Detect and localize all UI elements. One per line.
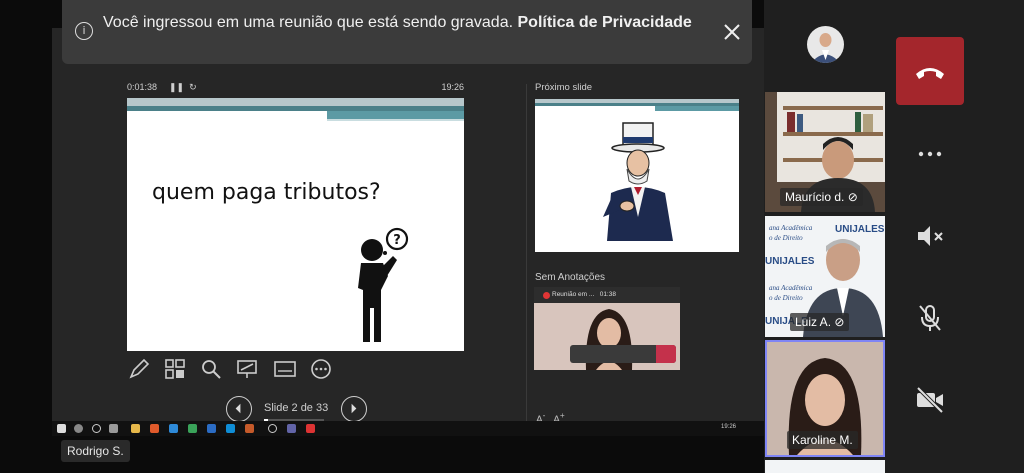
word-icon[interactable] (207, 424, 216, 433)
see-all-slides-icon[interactable] (163, 357, 187, 381)
uncle-sam-image (603, 122, 673, 241)
clock-app-icon[interactable] (268, 424, 277, 433)
participant-name: Luiz A. ⊘ (790, 313, 850, 331)
phone-hangup-icon (916, 68, 944, 79)
windows-taskbar: 19:26 (52, 421, 764, 436)
elapsed-time: 0:01:38 (127, 82, 158, 92)
file-explorer-icon[interactable] (131, 424, 140, 433)
avatar-person (811, 33, 840, 63)
participant-name: Karoline M. (787, 431, 858, 449)
pointer-options-icon[interactable] (235, 357, 259, 381)
hang-up-button[interactable] (896, 37, 964, 105)
zoom-icon[interactable] (199, 357, 223, 381)
cortana-icon[interactable] (92, 424, 101, 433)
banner-text-2: o de Direito (769, 234, 803, 242)
firefox-icon[interactable] (150, 424, 159, 433)
slide-header-accent-light (327, 119, 464, 121)
notification-message: Você ingressou em uma reunião que está s… (103, 12, 693, 34)
chevron-right-icon (351, 403, 357, 414)
current-slide: quem paga tributos? ? (127, 98, 464, 351)
participant-tile-luiz[interactable]: ana Acadêmica o de Direito UNIJALES UNIJ… (765, 216, 885, 337)
chrome-icon[interactable] (188, 424, 197, 433)
taskbar-clock: 19:26 (720, 424, 736, 430)
banner-brand-1: UNIJALES (765, 256, 815, 267)
participant-tile-karoline[interactable]: Karoline M. (765, 340, 885, 457)
pane-divider (526, 84, 527, 422)
banner-text-3: ana Acadêmica (769, 284, 813, 292)
windows-start-icon[interactable] (57, 424, 66, 433)
presenter-clock: 19:26 (441, 82, 464, 92)
notification-text: Você ingressou em uma reunião que está s… (103, 14, 514, 31)
outlook-icon[interactable] (226, 424, 235, 433)
participant-tile-partial[interactable] (765, 460, 885, 473)
more-actions-icon[interactable] (912, 136, 948, 172)
recording-notification: i Você ingressou em uma reunião que está… (62, 0, 752, 64)
next-slide-button[interactable] (341, 396, 367, 422)
svg-text:?: ? (393, 233, 401, 248)
participant-name-text: Luiz A. (795, 315, 832, 329)
speaker-muted-icon[interactable] (912, 218, 948, 254)
participant-name: Maurício d. ⊘ (780, 188, 863, 206)
more-options-icon[interactable] (309, 357, 333, 381)
mic-off-icon[interactable] (912, 300, 948, 336)
mic-off-icon: ⊘ (834, 315, 845, 329)
banner-text-1: ana Acadêmica (769, 224, 813, 232)
next-slide-label: Próximo slide (535, 82, 593, 93)
pen-icon[interactable] (127, 357, 151, 381)
avatar[interactable] (807, 26, 844, 63)
info-icon: i (75, 22, 93, 40)
taskbar-search-icon[interactable] (74, 424, 83, 433)
teams-icon[interactable] (287, 424, 296, 433)
next-slide-preview[interactable] (535, 99, 739, 252)
presenter-timer-bar: 0:01:38 ❚❚ ↻ 19:26 (127, 82, 464, 94)
edge-icon[interactable] (169, 424, 178, 433)
mic-off-icon: ⊘ (847, 190, 858, 204)
self-view-time: 01:38 (599, 291, 616, 298)
presenter-self-view: Reunião em ... 01:38 (534, 287, 680, 370)
camera-off-icon[interactable] (912, 382, 948, 418)
recorder-icon[interactable] (306, 424, 315, 433)
recording-label: Reunião em ... (552, 291, 595, 298)
slide-header-band (127, 98, 464, 106)
self-view-hangup-icon[interactable] (656, 345, 676, 363)
pause-icon[interactable]: ❚❚ ↻ (169, 82, 197, 93)
privacy-policy-link[interactable]: Política de Privacidade (518, 14, 692, 31)
slide-question-text: quem paga tributos? (152, 180, 381, 205)
chevron-left-icon (235, 403, 241, 414)
self-view-call-controls (570, 345, 676, 363)
subtitles-icon[interactable] (273, 357, 297, 381)
slide-header-accent (327, 111, 464, 119)
shared-screen-stage: 0:01:38 ❚❚ ↻ 19:26 quem paga tributos? ?… (0, 0, 764, 473)
participant-name-text: Maurício d. (785, 190, 845, 204)
next-slide-accent (655, 106, 739, 111)
close-icon[interactable] (718, 18, 746, 46)
participant-tile-mauricio[interactable]: Maurício d. ⊘ (765, 92, 885, 212)
banner-text-4: o de Direito (769, 294, 803, 302)
thinking-person-icon: ? (358, 227, 409, 342)
recording-dot-icon (543, 292, 550, 299)
notes-label: Sem Anotações (535, 272, 606, 283)
previous-slide-button[interactable] (226, 396, 252, 422)
task-view-icon[interactable] (109, 424, 118, 433)
banner-brand-2: UNIJALES (835, 224, 885, 235)
slide-counter: Slide 2 de 33 (264, 402, 329, 414)
slide-tools (127, 357, 337, 381)
presenter-name-label: Rodrigo S. (61, 440, 130, 462)
powerpoint-icon[interactable] (245, 424, 254, 433)
